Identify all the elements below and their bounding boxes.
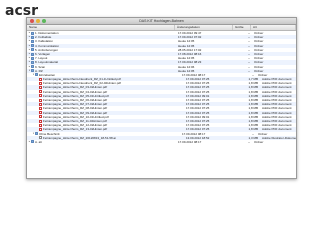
column-size-header[interactable]: Größe bbox=[233, 25, 251, 30]
document-icon bbox=[39, 136, 42, 140]
column-kind-header[interactable]: Art bbox=[251, 25, 296, 30]
file-date: 17.09.2012 08:17 bbox=[178, 139, 202, 144]
folder-icon bbox=[31, 56, 34, 60]
pdf-file-icon bbox=[39, 77, 42, 81]
window-titlebar: DAS KIT Hochlagen-Bahnen bbox=[27, 18, 296, 25]
folder-icon bbox=[31, 52, 34, 56]
folder-icon bbox=[31, 44, 34, 48]
folder-icon bbox=[31, 60, 34, 64]
column-date-header[interactable]: Änderungsdatum bbox=[175, 25, 233, 30]
folder-icon bbox=[31, 39, 34, 43]
folder-icon bbox=[35, 73, 38, 77]
folder-icon bbox=[31, 65, 34, 69]
folder-icon bbox=[31, 140, 34, 144]
folder-icon bbox=[31, 31, 34, 35]
folder-icon bbox=[31, 69, 34, 73]
pdf-file-icon bbox=[39, 86, 42, 90]
pdf-file-icon bbox=[39, 106, 42, 110]
pdf-file-icon bbox=[39, 94, 42, 98]
folder-icon bbox=[35, 132, 38, 136]
pdf-file-icon bbox=[39, 102, 42, 106]
pdf-file-icon bbox=[39, 81, 42, 85]
pdf-file-icon bbox=[39, 98, 42, 102]
folder-icon bbox=[31, 35, 34, 39]
pdf-file-icon bbox=[39, 90, 42, 94]
column-name-header[interactable]: Name bbox=[27, 25, 175, 30]
file-name: A. alt bbox=[35, 139, 42, 144]
file-size: -- bbox=[248, 139, 250, 144]
pdf-file-icon bbox=[39, 115, 42, 119]
file-list: ▸ 1. Dokumentation 17.09.2012 09:47 -- Ordne… bbox=[27, 31, 296, 144]
pdf-file-icon bbox=[39, 119, 42, 123]
file-name-cell: ▸ A. alt bbox=[27, 140, 176, 144]
pdf-file-icon bbox=[39, 127, 42, 131]
pdf-file-icon bbox=[39, 111, 42, 115]
pdf-file-icon bbox=[39, 123, 42, 127]
file-row[interactable]: ▸ A. alt 17.09.2012 08:17 -- Ordner bbox=[27, 140, 296, 144]
folder-icon bbox=[31, 48, 34, 52]
finder-window: DAS KIT Hochlagen-Bahnen Name Änderungsd… bbox=[26, 17, 297, 179]
file-kind: Ordner bbox=[254, 139, 264, 144]
window-title: DAS KIT Hochlagen-Bahnen bbox=[139, 19, 184, 23]
